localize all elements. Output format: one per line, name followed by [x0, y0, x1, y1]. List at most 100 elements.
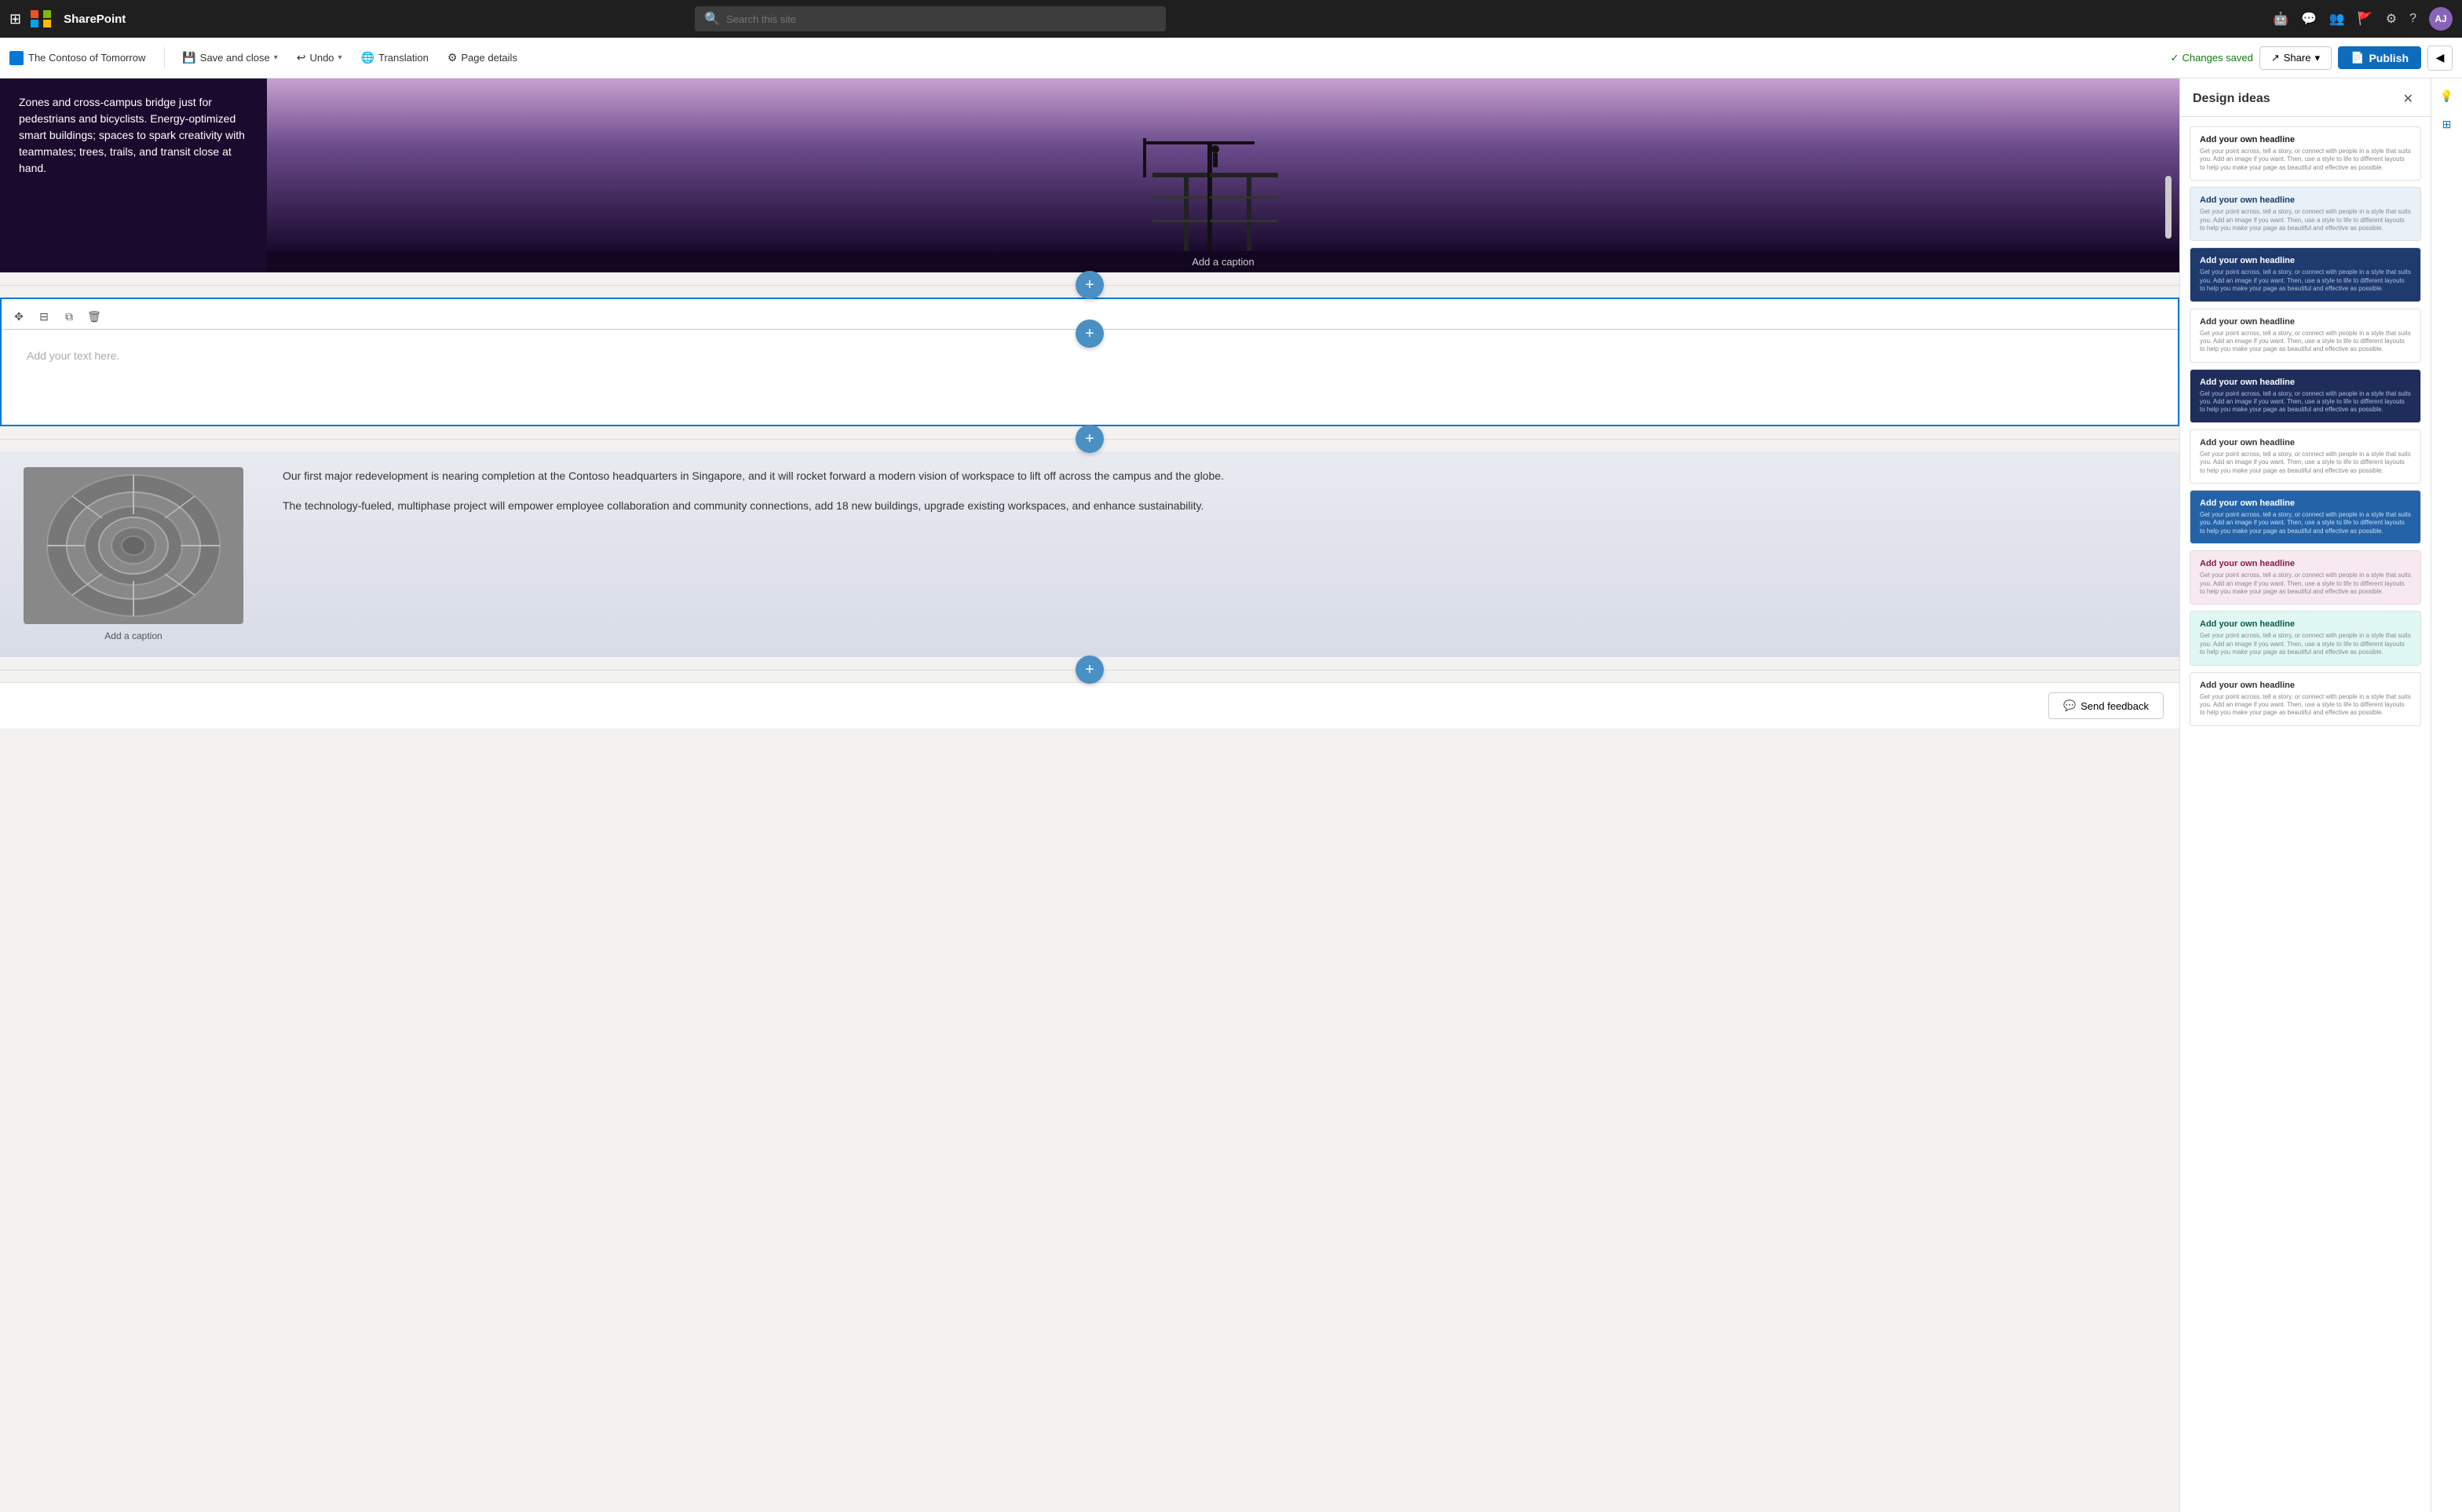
construction-image [267, 79, 2179, 251]
page-content[interactable]: Zones and cross-campus bridge just for p… [0, 79, 2179, 1512]
translation-icon: 🌐 [361, 51, 374, 64]
checkmark-icon: ✓ [2171, 52, 2179, 64]
idea-headline-7: Add your own headline [2200, 499, 2411, 508]
design-ideas-list: Add your own headline Get your point acr… [2180, 117, 2431, 1512]
nav-icons: 🤖 💬 👥 🚩 ⚙ ? AJ [2273, 7, 2453, 31]
idea-subtext-6: Get your point across, tell a story, or … [2200, 451, 2411, 475]
avatar[interactable]: AJ [2429, 7, 2453, 31]
share-label: Share [2284, 52, 2311, 64]
publish-icon: 📄 [2351, 51, 2364, 64]
share-icon: ↗ [2271, 52, 2280, 64]
collapse-button[interactable]: ◀ [2427, 46, 2453, 71]
collapse-icon: ◀ [2436, 51, 2445, 64]
search-bar[interactable]: 🔍 [695, 6, 1166, 31]
idea-subtext-9: Get your point across, tell a story, or … [2200, 632, 2411, 656]
duplicate-section-button[interactable]: ⧉ [58, 305, 80, 327]
send-feedback-bar: 💬 Send feedback [0, 682, 2179, 729]
edit-section-button[interactable]: ⊟ [33, 305, 55, 327]
feedback-label: Send feedback [2080, 700, 2149, 712]
design-idea-card-10[interactable]: Add your own headline Get your point acr… [2190, 672, 2421, 726]
settings-icon[interactable]: ⚙ [2386, 11, 2397, 27]
top-image-section: Zones and cross-campus bridge just for p… [0, 79, 2179, 272]
idea-subtext-1: Get your point across, tell a story, or … [2200, 148, 2411, 172]
top-text-panel: Zones and cross-campus bridge just for p… [0, 79, 267, 272]
microsoft-logo[interactable] [31, 10, 54, 27]
changes-saved-text: Changes saved [2183, 52, 2253, 64]
save-and-close-button[interactable]: 💾 Save and close ▾ [174, 47, 285, 68]
breadcrumb: The Contoso of Tomorrow [9, 51, 145, 65]
undo-button[interactable]: ↩ Undo ▾ [289, 47, 350, 68]
waffle-icon[interactable]: ⊞ [9, 11, 21, 27]
idea-headline-8: Add your own headline [2200, 559, 2411, 568]
add-section-button-inner[interactable]: + [1076, 320, 1104, 348]
idea-headline-2: Add your own headline [2200, 195, 2411, 205]
toolbar-divider-1 [164, 47, 165, 69]
people-icon[interactable]: 👥 [2329, 11, 2345, 27]
design-idea-card-5[interactable]: Add your own headline Get your point acr… [2190, 369, 2421, 423]
search-input[interactable] [726, 13, 1156, 25]
design-idea-card-9[interactable]: Add your own headline Get your point acr… [2190, 611, 2421, 665]
design-idea-card-6[interactable]: Add your own headline Get your point acr… [2190, 429, 2421, 484]
delete-section-button[interactable]: 🗑 [83, 305, 105, 327]
idea-headline-3: Add your own headline [2200, 256, 2411, 265]
idea-headline-9: Add your own headline [2200, 619, 2411, 629]
idea-subtext-2: Get your point across, tell a story, or … [2200, 208, 2411, 232]
top-image-panel: Add a caption [267, 79, 2179, 272]
publish-button[interactable]: 📄 Publish [2338, 46, 2421, 69]
translation-button[interactable]: 🌐 Translation [353, 47, 437, 68]
publish-label: Publish [2369, 52, 2409, 64]
help-icon[interactable]: ? [2409, 12, 2416, 26]
move-section-button[interactable]: ✥ [8, 305, 30, 327]
idea-subtext-4: Get your point across, tell a story, or … [2200, 330, 2411, 354]
send-feedback-button[interactable]: 💬 Send feedback [2048, 692, 2164, 719]
toolbar: The Contoso of Tomorrow 💾 Save and close… [0, 38, 2462, 79]
flag-icon[interactable]: 🚩 [2358, 11, 2373, 27]
page-details-icon: ⚙ [447, 51, 458, 64]
app-name: SharePoint [64, 13, 126, 26]
construction-silhouette-svg [1105, 126, 1341, 251]
idea-headline-6: Add your own headline [2200, 438, 2411, 447]
design-idea-card-1[interactable]: Add your own headline Get your point acr… [2190, 126, 2421, 181]
right-edge-tools: 💡 ⊞ [2431, 79, 2462, 1512]
section-toolbar: ✥ ⊟ ⧉ 🗑 [8, 305, 105, 327]
add-section-wrapper-3: + [0, 657, 2179, 682]
changes-saved-status: ✓ Changes saved [2171, 52, 2253, 64]
top-text-content: Zones and cross-campus bridge just for p… [19, 94, 248, 177]
spiral-svg [24, 467, 243, 624]
add-section-wrapper-1: + [0, 272, 2179, 298]
save-icon: 💾 [182, 51, 195, 64]
share-button[interactable]: ↗ Share ▾ [2259, 46, 2332, 70]
page-details-button[interactable]: ⚙ Page details [440, 47, 525, 68]
help-copilot-icon[interactable]: 🤖 [2273, 11, 2288, 27]
translation-label: Translation [378, 52, 429, 64]
bottom-content-section: Add a caption Our first major redevelopm… [0, 451, 2179, 657]
design-idea-card-7[interactable]: Add your own headline Get your point acr… [2190, 490, 2421, 544]
page-icon [9, 51, 24, 65]
image-column: Add a caption [0, 467, 267, 641]
design-ideas-panel: Design ideas ✕ Add your own headline Get… [2179, 79, 2431, 1512]
idea-headline-10: Add your own headline [2200, 681, 2411, 690]
page-details-label: Page details [461, 52, 517, 64]
idea-subtext-8: Get your point across, tell a story, or … [2200, 572, 2411, 596]
text-editor-section[interactable]: ✥ ⊟ ⧉ 🗑 + Add your text here. [0, 298, 2179, 426]
layout-tool-button[interactable]: ⊞ [2436, 113, 2458, 135]
design-idea-card-2[interactable]: Add your own headline Get your point acr… [2190, 187, 2421, 241]
idea-subtext-7: Get your point across, tell a story, or … [2200, 511, 2411, 535]
undo-label: Undo [309, 52, 334, 64]
design-idea-card-8[interactable]: Add your own headline Get your point acr… [2190, 550, 2421, 604]
close-design-ideas-button[interactable]: ✕ [2398, 89, 2418, 108]
design-idea-card-3[interactable]: Add your own headline Get your point acr… [2190, 247, 2421, 301]
top-caption[interactable]: Add a caption [267, 251, 2179, 272]
save-and-close-label: Save and close [200, 52, 270, 64]
design-idea-card-4[interactable]: Add your own headline Get your point acr… [2190, 309, 2421, 363]
idea-headline-5: Add your own headline [2200, 378, 2411, 387]
main-layout: Zones and cross-campus bridge just for p… [0, 79, 2462, 1512]
add-section-button-2[interactable]: + [1076, 425, 1104, 453]
scroll-indicator [2165, 176, 2172, 239]
bottom-image-caption[interactable]: Add a caption [104, 630, 162, 641]
save-dropdown-arrow: ▾ [274, 53, 278, 62]
add-section-button-1[interactable]: + [1076, 271, 1104, 299]
add-section-button-3[interactable]: + [1076, 656, 1104, 684]
design-ideas-toggle-button[interactable]: 💡 [2436, 85, 2458, 107]
chat-icon[interactable]: 💬 [2301, 11, 2317, 27]
